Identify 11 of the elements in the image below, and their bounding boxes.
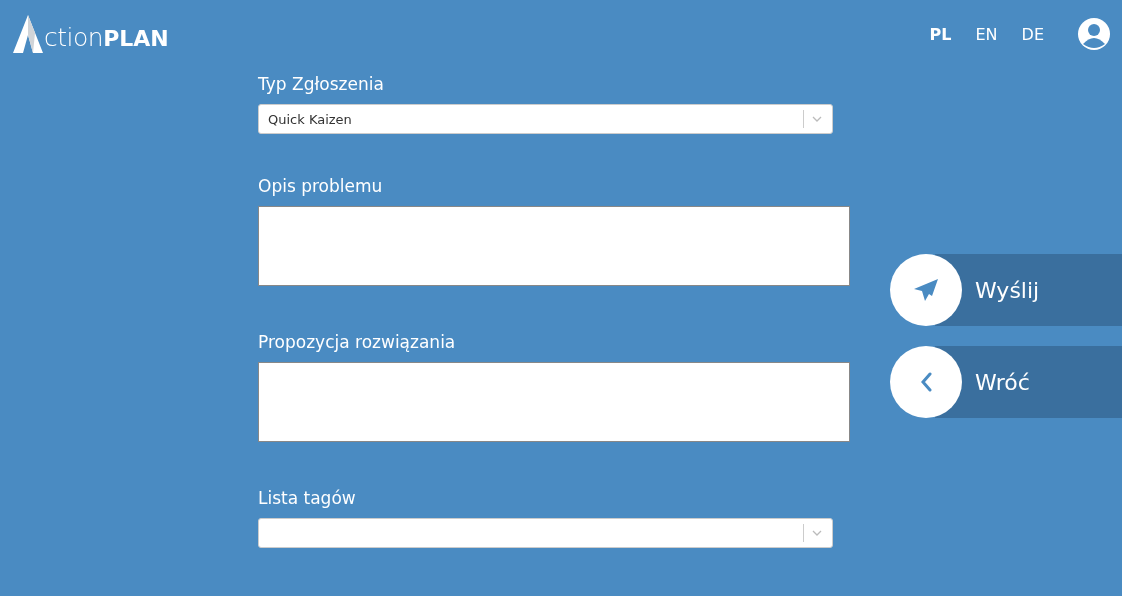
field-label: Opis problemu <box>258 176 384 196</box>
field-label: Lista tagów <box>258 488 357 508</box>
language-link[interactable]: PL <box>929 24 952 44</box>
field-label: Propozycja rozwiązania <box>258 332 457 352</box>
action-button[interactable]: Wróć <box>890 346 1122 418</box>
language-link[interactable]: DE <box>1021 24 1044 44</box>
field-label: Typ Zgłoszenia <box>258 74 385 94</box>
action-button[interactable]: Wyślij <box>890 254 1122 326</box>
select-field[interactable]: Quick Kaizen <box>258 104 833 134</box>
language-link[interactable]: EN <box>975 24 998 44</box>
logo-text: ctionPLAN <box>44 24 169 53</box>
